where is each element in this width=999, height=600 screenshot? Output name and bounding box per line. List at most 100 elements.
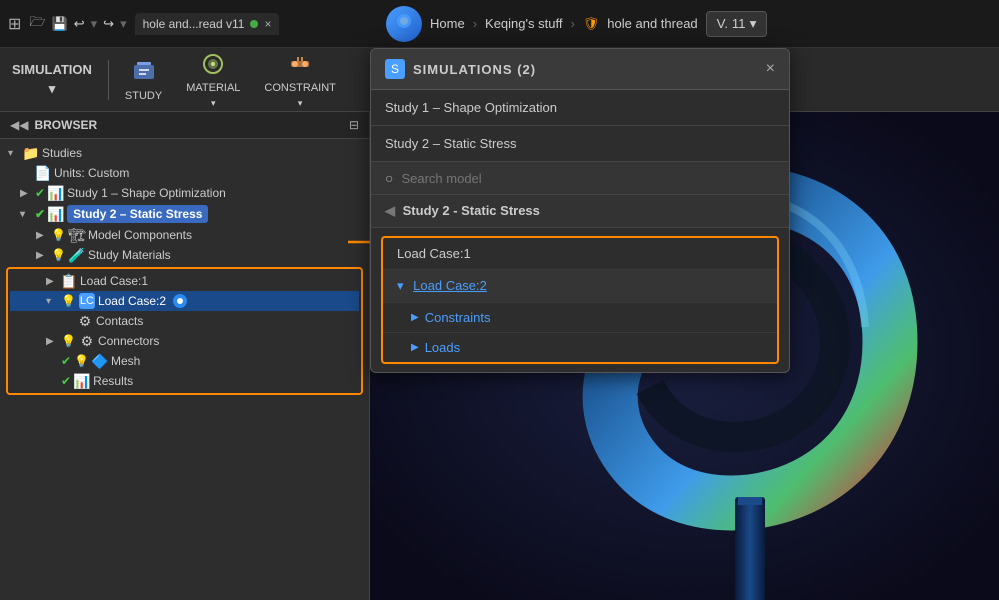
tree-study-materials[interactable]: ▶ 💡 🧪 Study Materials [0,245,369,265]
material-button[interactable]: MATERIAL ▾ [174,44,252,115]
modal-header: S SIMULATIONS (2) × [371,49,789,90]
modal-active-study-header: ◀ Study 2 - Static Stress [371,195,789,228]
expand-lc1-arrow: ▶ [46,276,58,287]
app-icon-area: ⊞ 🗁 💾 ↩ ▾ ↪ ▾ hole and...read v11 × [0,13,370,35]
modal-orange-box: Load Case:1 ▾ Load Case:2 ▶ Constraints … [381,236,779,364]
constraint-icon [286,50,314,78]
folder-icon[interactable]: 🗁 [29,13,45,35]
collapse-icon[interactable]: ◀◀ [10,118,28,132]
app-grid-icon[interactable]: ⊞ [8,14,21,34]
studies-label: Studies [42,146,82,160]
breadcrumb-folder[interactable]: Keqing's stuff [485,16,562,31]
modal-title: SIMULATIONS (2) [413,62,536,77]
expand-lc2-arrow: ▾ [46,296,58,307]
modal-sim-icon: S [385,59,405,79]
breadcrumb-home[interactable]: Home [430,16,465,31]
breadcrumb-item[interactable]: hole and thread [607,16,697,31]
mesh-bulb-icon: 💡 [74,354,89,368]
expand-study1-arrow: ▶ [20,188,32,199]
modal-collapse-arrow[interactable]: ◀ [385,203,395,218]
constraint-label: CONSTRAINT [264,82,336,94]
version-arrow: ▾ [750,16,757,32]
tree-contacts[interactable]: ⚙ Contacts [10,311,359,331]
save-icon[interactable]: 💾 [52,16,68,32]
orange-box-section: ▶ 📋 Load Case:1 ▾ 💡 LC Load Case:2 [6,267,363,395]
model-components-icon: 🏗 [69,227,85,243]
modal-body: Study 1 – Shape Optimization Study 2 – S… [371,90,789,364]
tree-study1[interactable]: ▶ ✔ 📊 Study 1 – Shape Optimization [0,183,369,203]
results-icon: 📊 [74,373,90,389]
material-icon [199,50,227,78]
breadcrumb-item-icon: 🛡 [583,16,600,32]
study-materials-label: Study Materials [88,248,171,262]
tree-area: ▾ 📁 Studies 📄 Units: Custom ▶ ✔ 📊 Study … [0,139,369,600]
studies-folder-icon: 📁 [23,145,39,161]
constraint-arrow: ▾ [298,98,303,109]
study-label: STUDY [125,90,162,102]
results-status-icon: ✔ [61,374,71,388]
pin-icon[interactable]: ⊟ [349,118,359,132]
constraint-button[interactable]: CONSTRAINT ▾ [252,44,348,115]
study-icon [130,58,158,86]
model-components-label: Model Components [88,228,192,242]
breadcrumb-area: Home › Keqing's stuff › 🛡 hole and threa… [370,6,999,42]
tab-bar: hole and...read v11 × [135,13,280,35]
browser-header: ◀◀ BROWSER ⊟ [0,112,369,139]
modal-loads[interactable]: ▶ Loads [383,333,777,362]
modal-loads-arrow: ▶ [411,342,419,353]
modal-constraints-arrow: ▶ [411,312,419,323]
tab-status-dot [250,20,258,28]
breadcrumb-sep2: › [570,16,574,31]
tree-load-case1[interactable]: ▶ 📋 Load Case:1 [10,271,359,291]
expand-model-components-arrow: ▶ [36,230,48,241]
modal-constraints[interactable]: ▶ Constraints [383,303,777,333]
tree-results[interactable]: ✔ 📊 Results [10,371,359,391]
study-materials-bulb-icon: 💡 [51,248,66,262]
mesh-label: Mesh [111,354,140,368]
redo-icon[interactable]: ↪ [103,16,114,32]
modal-load-case2-arrow[interactable]: ▾ [397,278,404,293]
expand-study-materials-arrow: ▶ [36,250,48,261]
modal-constraints-label: Constraints [425,310,491,325]
contacts-label: Contacts [96,314,143,328]
tree-studies-root[interactable]: ▾ 📁 Studies [0,143,369,163]
modal-load-case1[interactable]: Load Case:1 [383,238,777,270]
lc2-active-dot [173,294,187,308]
top-bar: ⊞ 🗁 💾 ↩ ▾ ↪ ▾ hole and...read v11 × Home… [0,0,999,48]
simulation-button[interactable]: SIMULATION ▾ [0,56,104,103]
expand-connectors-arrow: ▶ [46,336,58,347]
tree-model-components[interactable]: ▶ 💡 🏗 Model Components [0,225,369,245]
undo-icon[interactable]: ↩ [74,16,85,32]
simulations-modal: S SIMULATIONS (2) × Study 1 – Shape Opti… [370,48,790,373]
tree-mesh[interactable]: ✔ 💡 🔷 Mesh [10,351,359,371]
modal-close-button[interactable]: × [766,60,775,78]
units-icon: 📄 [35,165,51,181]
study1-status-icon: ✔ [35,186,45,200]
tree-units[interactable]: 📄 Units: Custom [0,163,369,183]
version-button[interactable]: V. 11 ▾ [706,11,768,37]
redo-dropdown-icon[interactable]: ▾ [120,16,127,32]
undo-dropdown-icon[interactable]: ▾ [91,16,98,32]
simulation-label: SIMULATION [12,62,92,77]
study2-label: Study 2 – Static Stress [67,205,208,223]
load-case1-label: Load Case:1 [80,274,148,288]
modal-study1-item[interactable]: Study 1 – Shape Optimization [371,90,789,126]
study-button[interactable]: STUDY [113,52,174,108]
tab-title: hole and...read v11 [143,17,245,31]
search-icon: ○ [385,170,393,186]
modal-loads-label: Loads [425,340,460,355]
brand-logo [386,6,422,42]
lc2-bulb-icon: 💡 [61,294,76,308]
search-input[interactable] [401,171,775,186]
tree-study2[interactable]: ▾ ✔ 📊 Study 2 – Static Stress [0,203,369,225]
tab-close-button[interactable]: × [264,17,271,31]
modal-load-case2-label[interactable]: Load Case:2 [413,278,487,293]
browser-title: BROWSER [34,118,342,132]
tree-connectors[interactable]: ▶ 💡 ⚙ Connectors [10,331,359,351]
toolbar-divider-1 [108,60,109,100]
tree-load-case2[interactable]: ▾ 💡 LC Load Case:2 [10,291,359,311]
model-components-bulb-icon: 💡 [51,228,66,242]
modal-study2-item[interactable]: Study 2 – Static Stress [371,126,789,162]
material-label: MATERIAL [186,82,240,94]
study2-icon: 📊 [48,206,64,222]
